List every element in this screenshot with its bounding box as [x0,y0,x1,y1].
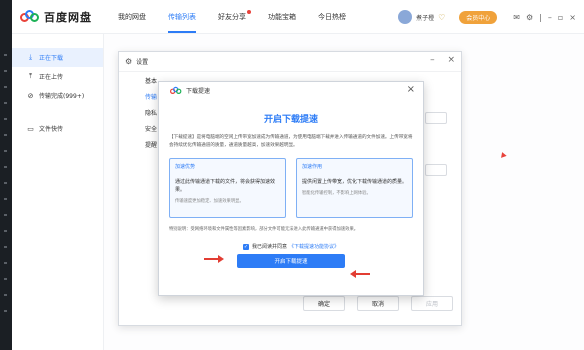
card-text: 通过此传输通道下载的文件，将会获得加速效果。 [175,179,276,193]
nav-my-disk[interactable]: 我的网盘 [118,12,146,22]
special-note: 特别说明：受网络环境和文件属性等因素影响，部分文件可能无法进入此传输通道中获得加… [169,227,359,232]
nav-hot-list[interactable]: 今日热榜 [318,12,346,22]
username[interactable]: 煮子橙 [416,13,434,22]
agreement-link[interactable]: 《下载提速功能协议》 [289,243,339,250]
nav-friend-share-label: 好友分享 [218,12,246,21]
baidu-cloud-logo-icon [170,86,182,94]
card-title: 加速作用 [302,164,323,170]
accel-cards: 加速优势 通过此传输通道下载的文件，将会获得加速效果。 传输速度更加稳定、加速效… [169,158,413,218]
card-title: 加速优势 [175,164,196,170]
annotation-arrow-left [350,270,370,278]
accel-header: 下载提速 × [159,82,423,99]
minimize-icon[interactable]: – [430,55,435,65]
baidu-cloud-logo-icon [20,9,40,24]
tab-basic[interactable]: 基本 [119,72,161,88]
sidebar-item-label: 文件快传 [39,126,64,133]
agree-checkbox[interactable]: ✓ [242,243,249,250]
maximize-icon[interactable]: ▫ [558,13,563,22]
tab-privacy[interactable]: 隐私 [119,104,161,120]
tab-security[interactable]: 安全 [119,120,161,136]
settings-hidden-button[interactable] [425,112,447,124]
member-center-button[interactable]: 会员中心 [459,10,498,24]
notification-dot-icon [247,9,251,14]
gear-icon[interactable]: ⚙ [526,13,533,22]
close-icon[interactable]: × [447,55,455,65]
top-bar: 百度网盘 我的网盘 传输列表 好友分享 功能宝箱 今日热榜 煮子橙 ♡ 会员中心… [12,0,584,34]
accel-card-advantage: 加速优势 通过此传输通道下载的文件，将会获得加速效果。 传输速度更加稳定、加速效… [169,158,286,218]
accel-description: 【下载提速】是将电脑端的空闲上传带宽加速成为传输通道，为使用电脑端下载并进入传输… [169,135,413,148]
card-sub: 传输速度更加稳定、加速效果明显。 [175,199,244,204]
nav-transfer-list[interactable]: 传输列表 [168,12,196,33]
enable-accel-button[interactable]: 开启下载提速 [237,254,345,268]
tab-reminder[interactable]: 提醒 [119,136,161,152]
card-sub: 智能化传输控制，不影响上网体验。 [302,191,371,196]
download-icon: ⤓ [28,53,33,61]
main-nav: 我的网盘 传输列表 好友分享 功能宝箱 今日热榜 [118,9,368,33]
sidebar-item-quick-transfer[interactable]: ▭ 文件快传 [12,119,103,138]
settings-tabs: 基本 传输 隐私 安全 提醒 [119,72,161,152]
nav-toolbox[interactable]: 功能宝箱 [268,12,296,22]
confirm-button[interactable]: 确定 [303,296,345,311]
app-name: 百度网盘 [44,10,92,24]
settings-hidden-button[interactable] [425,164,447,176]
download-accel-dialog: 下载提速 × 开启下载提速 【下载提速】是将电脑端的空闲上传带宽加速成为传输通道… [158,81,424,296]
annotation-arrow-right [204,255,224,263]
close-icon[interactable]: × [407,84,415,95]
sidebar-item-label: 正在下载 [39,55,64,62]
upload-icon: ⤒ [28,72,33,80]
separator-icon: | [539,12,542,22]
sidebar-item-label: 正在上传 [39,74,64,81]
check-circle-icon: ⊘ [27,91,34,100]
cancel-button[interactable]: 取消 [357,296,399,311]
accel-card-effect: 加速作用 提供闲置上传带宽，优化下载传输通道的质量。 智能化传输控制，不影响上网… [296,158,413,218]
mail-icon[interactable]: ✉ [513,13,520,22]
desktop-edge [0,0,12,350]
tab-transfer[interactable]: 传输 [119,88,161,104]
sidebar-item-completed[interactable]: ⊘ 传输完成(999+) [12,86,103,105]
sidebar-item-label: 传输完成(999+) [39,93,85,100]
agreement-row: ✓ 我已阅读并同意 《下载提速功能协议》 [159,243,423,250]
close-icon[interactable]: × [569,13,576,22]
settings-header: ⚙ 设置 – × [119,52,461,72]
settings-title: 设置 [136,59,149,66]
accel-header-title: 下载提速 [186,88,211,95]
top-right-tools: 煮子橙 ♡ 会员中心 ✉ ⚙ | – ▫ × [398,0,576,34]
accel-title: 开启下载提速 [263,115,318,125]
transfer-sidebar: ⤓ 正在下载 ⤒ 正在上传 ⊘ 传输完成(999+) ▭ 文件快传 [12,34,104,350]
app-logo: 百度网盘 [20,9,110,25]
monitor-icon: ▭ [27,124,34,133]
avatar[interactable] [398,10,413,24]
nav-friend-share[interactable]: 好友分享 [218,9,251,22]
apply-button[interactable]: 应用 [411,296,453,311]
minimize-icon[interactable]: – [548,13,552,22]
gear-icon: ⚙ [125,57,133,66]
agree-text: 我已阅读并同意 [251,244,287,250]
vip-diamond-icon[interactable]: ♡ [438,13,445,22]
card-text: 提供闲置上传带宽，优化下载传输通道的质量。 [302,179,408,185]
sidebar-item-downloading[interactable]: ⤓ 正在下载 [12,48,103,67]
settings-footer: 确定 取消 应用 [291,296,453,311]
sidebar-item-uploading[interactable]: ⤒ 正在上传 [12,67,103,86]
